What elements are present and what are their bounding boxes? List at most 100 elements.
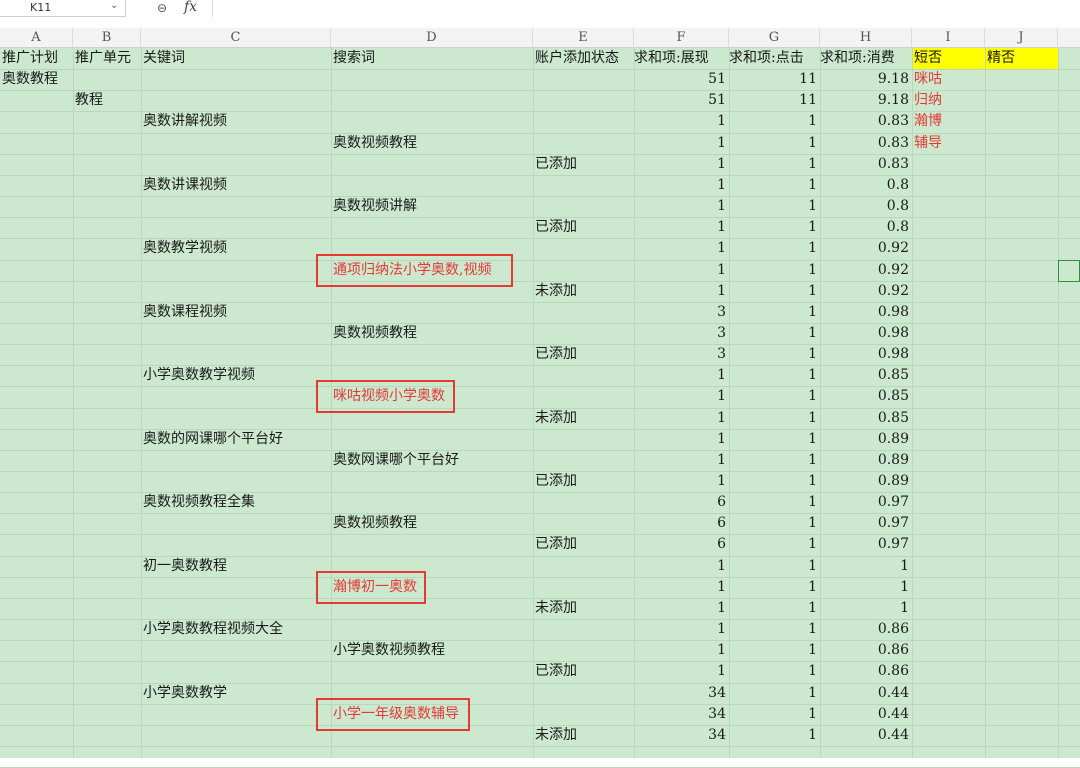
fx-icon[interactable]: fx <box>184 0 197 15</box>
cell-E-12[interactable]: 未添加 <box>535 281 577 302</box>
cell-H-6[interactable]: 0.83 <box>820 154 909 175</box>
cell-G-24[interactable]: 1 <box>729 534 817 555</box>
cell-F-18[interactable]: 1 <box>634 408 726 429</box>
cell-G-8[interactable]: 1 <box>729 196 817 217</box>
cell-E-9[interactable]: 已添加 <box>535 217 577 238</box>
cell-C-4[interactable]: 奥数讲解视频 <box>143 111 227 132</box>
cell-E-21[interactable]: 已添加 <box>535 471 577 492</box>
cell-G-32[interactable]: 1 <box>729 704 817 725</box>
active-cell-indicator[interactable] <box>1058 259 1080 282</box>
cell-H-28[interactable]: 0.86 <box>820 619 909 640</box>
cell-G-14[interactable]: 1 <box>729 323 817 344</box>
cell-G-20[interactable]: 1 <box>729 450 817 471</box>
cell-F-10[interactable]: 1 <box>634 238 726 259</box>
cell-G-9[interactable]: 1 <box>729 217 817 238</box>
cell-E-24[interactable]: 已添加 <box>535 534 577 555</box>
cell-H-10[interactable]: 0.92 <box>820 238 909 259</box>
column-header-B[interactable]: B <box>73 28 141 48</box>
cell-A-2[interactable]: 奥数教程 <box>2 69 58 90</box>
column-header-C[interactable]: C <box>141 28 331 48</box>
cell-H-20[interactable]: 0.89 <box>820 450 909 471</box>
cell-H-19[interactable]: 0.89 <box>820 429 909 450</box>
cell-C-10[interactable]: 奥数教学视频 <box>143 238 227 259</box>
cell-G-3[interactable]: 11 <box>729 90 817 111</box>
cell-F-1[interactable]: 求和项:展现 <box>634 48 726 69</box>
name-box[interactable]: K11 ⌄ <box>0 0 126 17</box>
cell-G-5[interactable]: 1 <box>729 133 817 154</box>
cell-C-13[interactable]: 奥数课程视频 <box>143 302 227 323</box>
cell-E-1[interactable]: 账户添加状态 <box>535 48 619 69</box>
cell-F-29[interactable]: 1 <box>634 640 726 661</box>
cell-G-6[interactable]: 1 <box>729 154 817 175</box>
cell-H-33[interactable]: 0.44 <box>820 725 909 746</box>
cell-G-17[interactable]: 1 <box>729 386 817 407</box>
cell-H-1[interactable]: 求和项:消费 <box>820 48 909 69</box>
cell-F-27[interactable]: 1 <box>634 598 726 619</box>
cell-G-10[interactable]: 1 <box>729 238 817 259</box>
column-header-E[interactable]: E <box>533 28 634 48</box>
cell-F-22[interactable]: 6 <box>634 492 726 513</box>
cell-G-4[interactable]: 1 <box>729 111 817 132</box>
cell-J-1[interactable]: 精否 <box>987 48 1015 69</box>
cell-F-15[interactable]: 3 <box>634 344 726 365</box>
cell-E-6[interactable]: 已添加 <box>535 154 577 175</box>
cell-H-14[interactable]: 0.98 <box>820 323 909 344</box>
cell-D-5[interactable]: 奥数视频教程 <box>333 133 417 154</box>
cell-H-30[interactable]: 0.86 <box>820 661 909 682</box>
chevron-down-icon[interactable]: ⌄ <box>110 0 118 11</box>
cell-F-6[interactable]: 1 <box>634 154 726 175</box>
cell-C-1[interactable]: 关键词 <box>143 48 185 69</box>
column-header-J[interactable]: J <box>985 28 1058 48</box>
column-header-H[interactable]: H <box>820 28 912 48</box>
cell-B-3[interactable]: 教程 <box>75 90 103 111</box>
cell-G-33[interactable]: 1 <box>729 725 817 746</box>
cell-F-24[interactable]: 6 <box>634 534 726 555</box>
cell-F-3[interactable]: 51 <box>634 90 726 111</box>
cell-G-19[interactable]: 1 <box>729 429 817 450</box>
cell-H-7[interactable]: 0.8 <box>820 175 909 196</box>
cell-H-27[interactable]: 1 <box>820 598 909 619</box>
cell-B-1[interactable]: 推广单元 <box>75 48 131 69</box>
cell-D-23[interactable]: 奥数视频教程 <box>333 513 417 534</box>
cell-H-4[interactable]: 0.83 <box>820 111 909 132</box>
cell-F-4[interactable]: 1 <box>634 111 726 132</box>
cell-G-18[interactable]: 1 <box>729 408 817 429</box>
cell-F-31[interactable]: 34 <box>634 683 726 704</box>
cell-G-16[interactable]: 1 <box>729 365 817 386</box>
cell-G-7[interactable]: 1 <box>729 175 817 196</box>
cell-C-19[interactable]: 奥数的网课哪个平台好 <box>143 429 283 450</box>
cell-H-15[interactable]: 0.98 <box>820 344 909 365</box>
cell-E-30[interactable]: 已添加 <box>535 661 577 682</box>
cell-H-21[interactable]: 0.89 <box>820 471 909 492</box>
cell-G-23[interactable]: 1 <box>729 513 817 534</box>
cell-F-33[interactable]: 34 <box>634 725 726 746</box>
cell-F-28[interactable]: 1 <box>634 619 726 640</box>
cell-H-17[interactable]: 0.85 <box>820 386 909 407</box>
cell-D-8[interactable]: 奥数视频讲解 <box>333 196 417 217</box>
cell-I-1[interactable]: 短否 <box>914 48 942 69</box>
cell-H-31[interactable]: 0.44 <box>820 683 909 704</box>
cell-F-7[interactable]: 1 <box>634 175 726 196</box>
cell-F-8[interactable]: 1 <box>634 196 726 217</box>
cell-H-32[interactable]: 0.44 <box>820 704 909 725</box>
cell-H-24[interactable]: 0.97 <box>820 534 909 555</box>
formula-input[interactable] <box>214 0 1080 17</box>
cell-I-3[interactable]: 归纳 <box>914 90 942 111</box>
cell-D-1[interactable]: 搜索词 <box>333 48 375 69</box>
column-header-D[interactable]: D <box>331 28 533 48</box>
cell-H-9[interactable]: 0.8 <box>820 217 909 238</box>
cell-H-8[interactable]: 0.8 <box>820 196 909 217</box>
cell-G-2[interactable]: 11 <box>729 69 817 90</box>
cell-D-14[interactable]: 奥数视频教程 <box>333 323 417 344</box>
cell-F-9[interactable]: 1 <box>634 217 726 238</box>
cell-G-27[interactable]: 1 <box>729 598 817 619</box>
cell-G-28[interactable]: 1 <box>729 619 817 640</box>
cell-H-2[interactable]: 9.18 <box>820 69 909 90</box>
column-header-A[interactable]: A <box>0 28 73 48</box>
cell-F-32[interactable]: 34 <box>634 704 726 725</box>
cell-F-2[interactable]: 51 <box>634 69 726 90</box>
cell-F-30[interactable]: 1 <box>634 661 726 682</box>
cell-E-27[interactable]: 未添加 <box>535 598 577 619</box>
cell-I-5[interactable]: 辅导 <box>914 133 942 154</box>
cell-H-16[interactable]: 0.85 <box>820 365 909 386</box>
